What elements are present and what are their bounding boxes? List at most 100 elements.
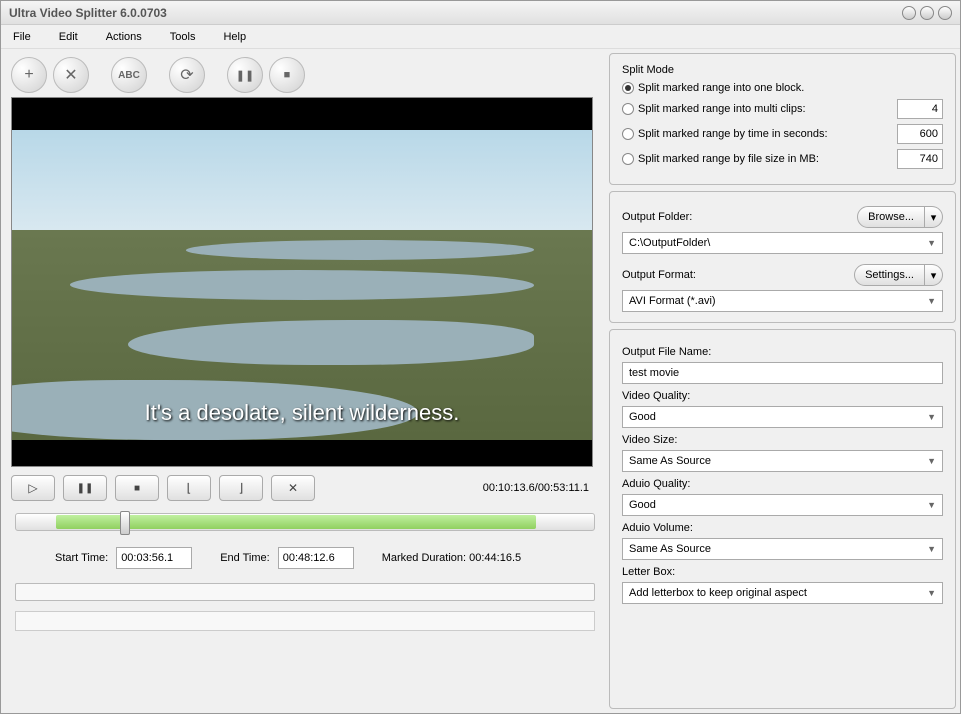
- content-area: + ✕ ABC ⟳ ❚❚ ■ It's a desolate, silent w…: [1, 49, 960, 713]
- letterbox-label: Letter Box:: [622, 566, 943, 578]
- menu-actions[interactable]: Actions: [106, 31, 142, 43]
- mark-out-button[interactable]: ⌋: [219, 475, 263, 501]
- refresh-button[interactable]: ⟳: [169, 57, 205, 93]
- browse-button-group: Browse... ▾: [857, 206, 943, 228]
- time-info-row: Start Time: End Time: Marked Duration: 0…: [5, 539, 605, 577]
- video-size-label: Video Size:: [622, 434, 943, 446]
- menu-tools[interactable]: Tools: [170, 31, 196, 43]
- chevron-down-icon: ▼: [927, 412, 936, 422]
- filename-label: Output File Name:: [622, 346, 943, 358]
- clear-icon: ✕: [288, 481, 298, 495]
- video-size-select[interactable]: Same As Source▼: [622, 450, 943, 472]
- start-time-label: Start Time:: [55, 552, 108, 564]
- close-button[interactable]: [938, 6, 952, 20]
- end-time-input[interactable]: [278, 547, 354, 569]
- video-caption: It's a desolate, silent wilderness.: [12, 400, 592, 426]
- app-window: Ultra Video Splitter 6.0.0703 File Edit …: [0, 0, 961, 714]
- remove-button[interactable]: ✕: [53, 57, 89, 93]
- play-icon: ▷: [28, 481, 37, 495]
- filename-input[interactable]: [622, 362, 943, 384]
- split-by-size-option[interactable]: Split marked range by file size in MB:: [622, 149, 943, 169]
- browse-dropdown[interactable]: ▾: [925, 206, 943, 228]
- playback-controls: ▷ ❚❚ ■ ⌊ ⌋ ✕ 00:10:13.6/00:53:11.1: [5, 467, 605, 509]
- plus-icon: +: [24, 66, 33, 84]
- output-format-select[interactable]: AVI Format (*.avi) ▼: [622, 290, 943, 312]
- video-quality-label: Video Quality:: [622, 390, 943, 402]
- output-format-label: Output Format:: [622, 269, 854, 281]
- radio-icon: [622, 103, 634, 115]
- slider-thumb[interactable]: [120, 511, 130, 535]
- chevron-down-icon: ▼: [927, 544, 936, 554]
- output-folder-value: C:\OutputFolder\: [629, 237, 710, 249]
- audio-quality-select[interactable]: Good▼: [622, 494, 943, 516]
- browse-button[interactable]: Browse...: [857, 206, 925, 228]
- letterbox-select[interactable]: Add letterbox to keep original aspect▼: [622, 582, 943, 604]
- audio-quality-label: Aduio Quality:: [622, 478, 943, 490]
- split-mode-title: Split Mode: [622, 64, 943, 76]
- stop-button[interactable]: ■: [115, 475, 159, 501]
- abc-button[interactable]: ABC: [111, 57, 147, 93]
- multi-clips-count-input[interactable]: [897, 99, 943, 119]
- video-preview[interactable]: It's a desolate, silent wilderness.: [11, 97, 593, 467]
- stop-icon: ■: [134, 483, 140, 494]
- settings-button-group: Settings... ▾: [854, 264, 943, 286]
- x-icon: ✕: [64, 65, 77, 85]
- audio-volume-label: Aduio Volume:: [622, 522, 943, 534]
- chevron-down-icon: ▼: [927, 238, 936, 248]
- chevron-down-icon: ▼: [927, 296, 936, 306]
- radio-icon: [622, 128, 634, 140]
- timeline-slider-row: [5, 509, 605, 539]
- menubar: File Edit Actions Tools Help: [1, 25, 960, 49]
- settings-button[interactable]: Settings...: [854, 264, 925, 286]
- pause-icon: ❚❚: [77, 483, 94, 494]
- mark-in-button[interactable]: ⌊: [167, 475, 211, 501]
- split-mode-panel: Split Mode Split marked range into one b…: [609, 53, 956, 185]
- mark-in-icon: ⌊: [187, 481, 192, 495]
- chevron-down-icon: ▾: [931, 211, 937, 224]
- chevron-down-icon: ▼: [927, 500, 936, 510]
- split-multi-clips-option[interactable]: Split marked range into multi clips:: [622, 99, 943, 119]
- right-pane: Split Mode Split marked range into one b…: [609, 53, 956, 709]
- minimize-button[interactable]: [902, 6, 916, 20]
- menu-help[interactable]: Help: [223, 31, 246, 43]
- time-display: 00:10:13.6/00:53:11.1: [483, 482, 589, 494]
- pause-button[interactable]: ❚❚: [63, 475, 107, 501]
- radio-icon: [622, 82, 634, 94]
- play-button[interactable]: ▷: [11, 475, 55, 501]
- app-title: Ultra Video Splitter 6.0.0703: [9, 6, 902, 20]
- maximize-button[interactable]: [920, 6, 934, 20]
- audio-volume-select[interactable]: Same As Source▼: [622, 538, 943, 560]
- split-opt4-label: Split marked range by file size in MB:: [638, 153, 819, 165]
- settings-dropdown[interactable]: ▾: [925, 264, 943, 286]
- output-folder-select[interactable]: C:\OutputFolder\ ▼: [622, 232, 943, 254]
- titlebar: Ultra Video Splitter 6.0.0703: [1, 1, 960, 25]
- progress-bar: [15, 583, 595, 601]
- window-controls: [902, 6, 952, 20]
- toolbar: + ✕ ABC ⟳ ❚❚ ■: [5, 53, 605, 97]
- menu-edit[interactable]: Edit: [59, 31, 78, 43]
- video-quality-select[interactable]: Good▼: [622, 406, 943, 428]
- stop-tool-button[interactable]: ■: [269, 57, 305, 93]
- add-button[interactable]: +: [11, 57, 47, 93]
- time-seconds-input[interactable]: [897, 124, 943, 144]
- status-bar: [15, 611, 595, 631]
- chevron-down-icon: ▼: [927, 588, 936, 598]
- pause-icon: ❚❚: [236, 69, 254, 82]
- abc-icon: ABC: [118, 70, 140, 81]
- pause-tool-button[interactable]: ❚❚: [227, 57, 263, 93]
- start-time-input[interactable]: [116, 547, 192, 569]
- stop-icon: ■: [284, 69, 291, 81]
- marked-duration-label: Marked Duration: 00:44:16.5: [382, 552, 521, 564]
- chevron-down-icon: ▾: [931, 269, 937, 282]
- split-by-time-option[interactable]: Split marked range by time in seconds:: [622, 124, 943, 144]
- file-size-input[interactable]: [897, 149, 943, 169]
- menu-file[interactable]: File: [13, 31, 31, 43]
- split-one-block-option[interactable]: Split marked range into one block.: [622, 82, 943, 94]
- end-time-label: End Time:: [220, 552, 270, 564]
- chevron-down-icon: ▼: [927, 456, 936, 466]
- clear-mark-button[interactable]: ✕: [271, 475, 315, 501]
- settings-panel: Output File Name: Video Quality: Good▼ V…: [609, 329, 956, 709]
- timeline-slider[interactable]: [15, 513, 595, 531]
- output-folder-label: Output Folder:: [622, 211, 857, 223]
- split-opt2-label: Split marked range into multi clips:: [638, 103, 806, 115]
